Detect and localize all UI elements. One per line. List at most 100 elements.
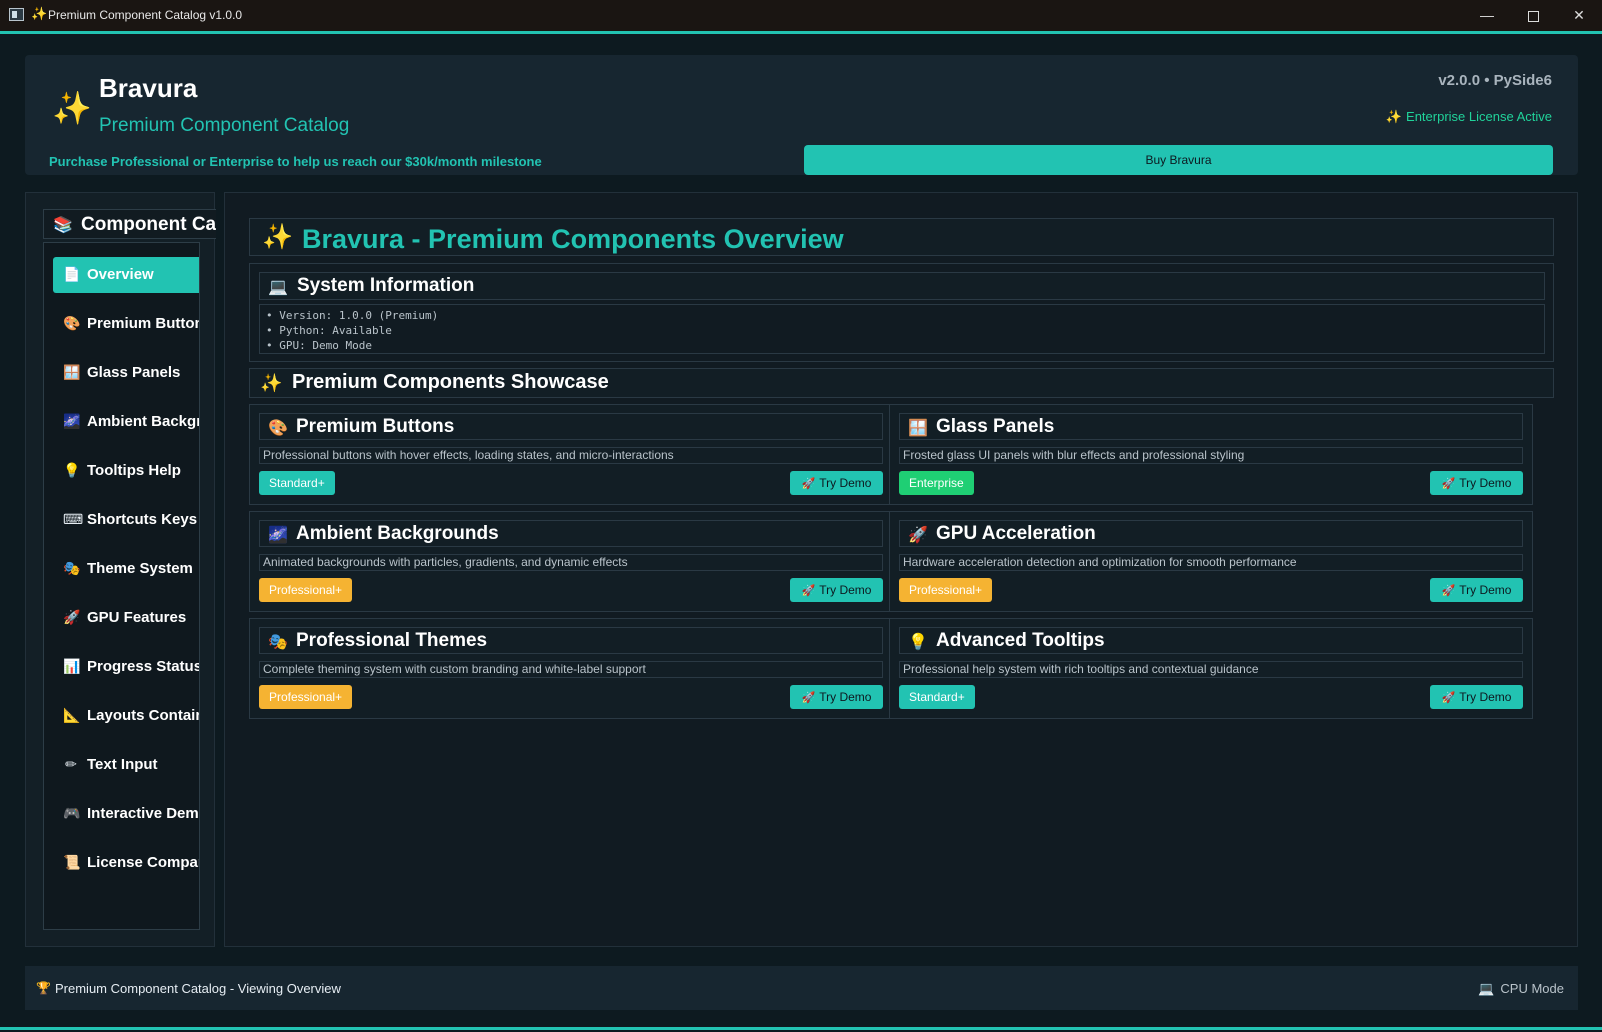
accent-divider: [0, 1027, 1602, 1030]
try-demo-label: Try Demo: [819, 476, 872, 490]
palette-icon: 🎨: [63, 315, 81, 331]
sidebar-item-shortcuts-keys[interactable]: ⌨ Shortcuts Keys: [53, 502, 199, 538]
sidebar-item-gpu-features[interactable]: 🚀 GPU Features: [53, 600, 199, 636]
triangular-ruler-icon: 📐: [63, 707, 81, 723]
computer-icon: 💻: [1478, 981, 1495, 996]
milestone-message: Purchase Professional or Enterprise to h…: [49, 154, 542, 169]
card-description: Complete theming system with custom bran…: [259, 661, 883, 678]
rocket-icon: 🚀: [801, 478, 816, 490]
rocket-icon: 🚀: [908, 527, 928, 544]
try-demo-button[interactable]: 🚀 Try Demo: [1430, 471, 1523, 495]
main-content: ✨ Bravura - Premium Components Overview …: [224, 192, 1578, 947]
page-icon: 📄: [63, 266, 81, 282]
maximize-button[interactable]: [1510, 0, 1556, 31]
sidebar-item-layouts-containers[interactable]: 📐 Layouts Containers: [53, 698, 199, 734]
sparkles-icon: ✨: [1385, 109, 1403, 124]
license-label: Enterprise License Active: [1406, 109, 1552, 124]
sidebar-item-text-input[interactable]: ✏ Text Input: [53, 747, 199, 783]
system-info-line: • GPU: Demo Mode: [266, 339, 372, 352]
sidebar-item-label: GPU Features: [87, 609, 187, 626]
try-demo-label: Try Demo: [1459, 583, 1512, 597]
card-description: Professional help system with rich toolt…: [899, 661, 1523, 678]
rocket-icon: 🚀: [63, 609, 81, 625]
maximize-icon: [1527, 11, 1539, 22]
category-list[interactable]: 📄 Overview 🎨 Premium Buttons 🪟 Glass Panels…: [43, 242, 200, 930]
sidebar-item-label: Glass Panels: [87, 364, 181, 381]
try-demo-button[interactable]: 🚀 Try Demo: [1430, 578, 1523, 602]
component-card-premium-buttons: 🎨 Premium Buttons Professional buttons wi…: [249, 404, 893, 505]
sidebar-item-label: Interactive Demos: [87, 805, 199, 822]
scroll-icon: 📜: [63, 854, 81, 870]
bar-chart-icon: 📊: [63, 658, 81, 674]
license-tier-badge: Professional+: [259, 578, 353, 602]
rocket-icon: 🚀: [1441, 585, 1456, 597]
status-bar: 🏆 Premium Component Catalog - Viewing Ov…: [25, 966, 1578, 1010]
sidebar-item-tooltips-help[interactable]: 💡 Tooltips Help: [53, 453, 199, 489]
sidebar-item-theme-system[interactable]: 🎭 Theme System: [53, 551, 199, 587]
version-label: v2.0.0 • PySide6: [1438, 72, 1552, 89]
card-title: Professional Themes: [296, 630, 488, 651]
system-information-title: System Information: [297, 275, 475, 296]
sparkles-icon: ✨: [262, 223, 294, 251]
galaxy-icon: 🌌: [63, 413, 81, 429]
keyboard-icon: ⌨: [63, 511, 84, 527]
sidebar-item-label: Overview: [87, 266, 154, 283]
card-header: 💡 Advanced Tooltips: [899, 627, 1523, 654]
component-card-professional-themes: 🎭 Professional Themes Complete theming sy…: [249, 618, 893, 719]
component-card-ambient-backgrounds: 🌌 Ambient Backgrounds Animated background…: [249, 511, 893, 612]
system-information-text: • Version: 1.0.0 (Premium) • Python: Ava…: [259, 304, 1545, 354]
card-description: Hardware acceleration detection and opti…: [899, 554, 1523, 571]
title-bar: ✨ Premium Component Catalog v1.0.0 — ✕: [0, 0, 1602, 31]
rocket-icon: 🚀: [801, 585, 816, 597]
sidebar-item-overview[interactable]: 📄 Overview: [53, 257, 199, 293]
brand-title: Bravura: [99, 73, 198, 103]
try-demo-button[interactable]: 🚀 Try Demo: [790, 578, 883, 602]
sidebar-item-label: Layouts Containers: [87, 707, 199, 724]
try-demo-label: Try Demo: [1459, 476, 1512, 490]
rocket-icon: 🚀: [1441, 692, 1456, 704]
window-title: Premium Component Catalog v1.0.0: [48, 8, 243, 22]
card-header: 🎭 Professional Themes: [259, 627, 883, 654]
sidebar-item-interactive-demos[interactable]: 🎮 Interactive Demos: [53, 796, 199, 832]
close-button[interactable]: ✕: [1556, 0, 1602, 31]
palette-icon: 🎨: [268, 420, 288, 437]
card-title: Ambient Backgrounds: [296, 523, 499, 544]
gamepad-icon: 🎮: [63, 805, 81, 821]
page-title: ✨ Bravura - Premium Components Overview: [249, 218, 1554, 256]
sidebar-item-progress-status[interactable]: 📊 Progress Status: [53, 649, 199, 685]
try-demo-label: Try Demo: [819, 690, 872, 704]
try-demo-button[interactable]: 🚀 Try Demo: [790, 471, 883, 495]
window-pane-icon: 🪟: [63, 364, 81, 380]
sidebar-item-label: Premium Buttons: [87, 315, 200, 332]
sparkles-icon: ✨: [260, 373, 283, 393]
rocket-icon: 🚀: [801, 692, 816, 704]
system-information-panel: 💻 System Information • Version: 1.0.0 (P…: [249, 263, 1554, 362]
minimize-button[interactable]: —: [1464, 0, 1510, 31]
sidebar-item-premium-buttons[interactable]: 🎨 Premium Buttons: [53, 306, 200, 342]
license-tier-badge: Professional+: [259, 685, 353, 709]
sidebar-item-ambient-backgrounds[interactable]: 🌌 Ambient Backgrounds: [53, 404, 199, 440]
buy-bravura-button[interactable]: Buy Bravura: [804, 145, 1553, 175]
license-status: ✨ Enterprise License Active: [1386, 109, 1552, 125]
try-demo-button[interactable]: 🚀 Try Demo: [790, 685, 883, 709]
component-card-glass-panels: 🪟 Glass Panels Frosted glass UI panels wi…: [889, 404, 1533, 505]
sparkles-icon: ✨: [31, 6, 48, 21]
card-header: 🚀 GPU Acceleration: [899, 520, 1523, 547]
sidebar-item-glass-panels[interactable]: 🪟 Glass Panels: [53, 355, 199, 391]
sidebar-item-license-comparison[interactable]: 📜 License Comparison: [53, 845, 199, 881]
sidebar-item-label: Tooltips Help: [87, 462, 181, 479]
component-card-advanced-tooltips: 💡 Advanced Tooltips Professional help sys…: [889, 618, 1533, 719]
lightbulb-icon: 💡: [908, 634, 928, 651]
license-tier-badge: Enterprise: [899, 471, 974, 495]
try-demo-button[interactable]: 🚀 Try Demo: [1430, 685, 1523, 709]
sidebar-item-label: Ambient Backgrounds: [87, 413, 199, 430]
card-title: Advanced Tooltips: [936, 630, 1105, 651]
card-title: Glass Panels: [936, 416, 1055, 437]
card-description: Professional buttons with hover effects,…: [259, 447, 883, 464]
card-header: 🪟 Glass Panels: [899, 413, 1523, 440]
sparkles-logo-icon: ✨: [52, 90, 92, 126]
sidebar-item-label: Theme System: [87, 560, 193, 577]
render-mode-indicator: 💻 CPU Mode: [1478, 981, 1564, 997]
card-header: 🎨 Premium Buttons: [259, 413, 883, 440]
try-demo-label: Try Demo: [1459, 690, 1512, 704]
